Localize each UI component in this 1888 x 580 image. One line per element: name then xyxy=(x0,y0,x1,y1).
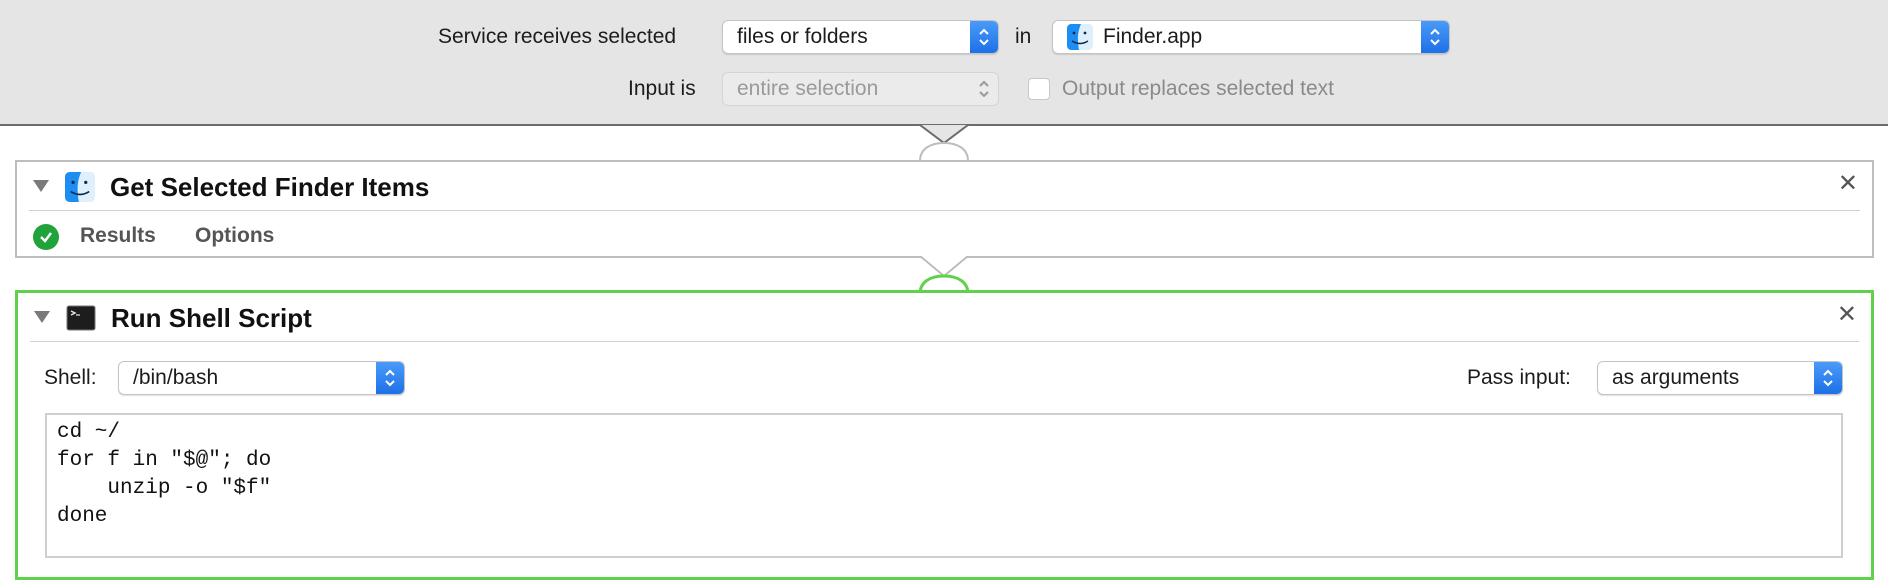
input-select[interactable]: entire selection xyxy=(722,72,999,106)
pass-input-label: Pass input: xyxy=(1467,366,1571,389)
pass-input-value: as arguments xyxy=(1612,366,1740,389)
receives-select[interactable]: files or folders xyxy=(722,20,999,54)
close-icon[interactable]: ✕ xyxy=(1837,303,1857,327)
script-editor[interactable]: cd ~/ for f in "$@"; do unzip -o "$f" do… xyxy=(45,413,1843,558)
output-replaces-label: Output replaces selected text xyxy=(1062,77,1334,100)
input-label: Input is xyxy=(628,77,696,100)
action-title: Run Shell Script xyxy=(111,303,312,333)
tab-options[interactable]: Options xyxy=(195,224,274,248)
disclosure-triangle-icon[interactable] xyxy=(33,180,49,192)
action-get-selected-finder-items[interactable]: Get Selected Finder Items ✕ Results Opti… xyxy=(15,160,1874,258)
disclosure-triangle-icon[interactable] xyxy=(34,311,50,323)
application-value: Finder.app xyxy=(1103,25,1203,48)
close-icon[interactable]: ✕ xyxy=(1838,172,1858,196)
shell-select[interactable]: /bin/bash xyxy=(118,361,405,395)
action-title: Get Selected Finder Items xyxy=(110,172,430,202)
up-down-chevron-icon xyxy=(970,21,998,53)
action-title-row: Run Shell Script ✕ xyxy=(18,293,1871,343)
receives-row: Service receives selected xyxy=(438,20,676,54)
in-label: in xyxy=(1015,25,1032,48)
success-check-icon xyxy=(33,224,59,250)
up-down-chevron-icon xyxy=(376,362,404,394)
connector-notch-icon xyxy=(919,125,969,161)
output-replaces-row: Output replaces selected text xyxy=(1028,72,1334,106)
action-title-row: Get Selected Finder Items ✕ xyxy=(17,162,1872,212)
receives-value: files or folders xyxy=(737,25,868,48)
application-select[interactable]: Finder.app xyxy=(1052,20,1450,54)
finder-icon xyxy=(65,172,95,202)
pass-input-select[interactable]: as arguments xyxy=(1597,361,1843,395)
up-down-chevron-icon xyxy=(1421,21,1449,53)
output-replaces-checkbox[interactable] xyxy=(1028,78,1050,100)
up-down-chevron-icon xyxy=(970,73,998,105)
terminal-icon xyxy=(66,303,96,333)
service-header: Service receives selected files or folde… xyxy=(0,0,1888,126)
divider xyxy=(30,341,1859,342)
connector-notch-icon xyxy=(918,256,970,294)
input-value: entire selection xyxy=(737,77,879,100)
finder-icon xyxy=(1067,24,1093,50)
shell-value: /bin/bash xyxy=(133,366,219,389)
in-row: in xyxy=(1015,20,1031,54)
input-row: Input is xyxy=(628,72,696,106)
shell-label: Shell: xyxy=(44,366,97,389)
receives-label: Service receives selected xyxy=(438,25,677,48)
divider xyxy=(29,210,1860,211)
action-run-shell-script[interactable]: Run Shell Script ✕ Shell: /bin/bash Pass… xyxy=(15,290,1874,580)
up-down-chevron-icon xyxy=(1814,362,1842,394)
tab-results[interactable]: Results xyxy=(80,224,156,248)
